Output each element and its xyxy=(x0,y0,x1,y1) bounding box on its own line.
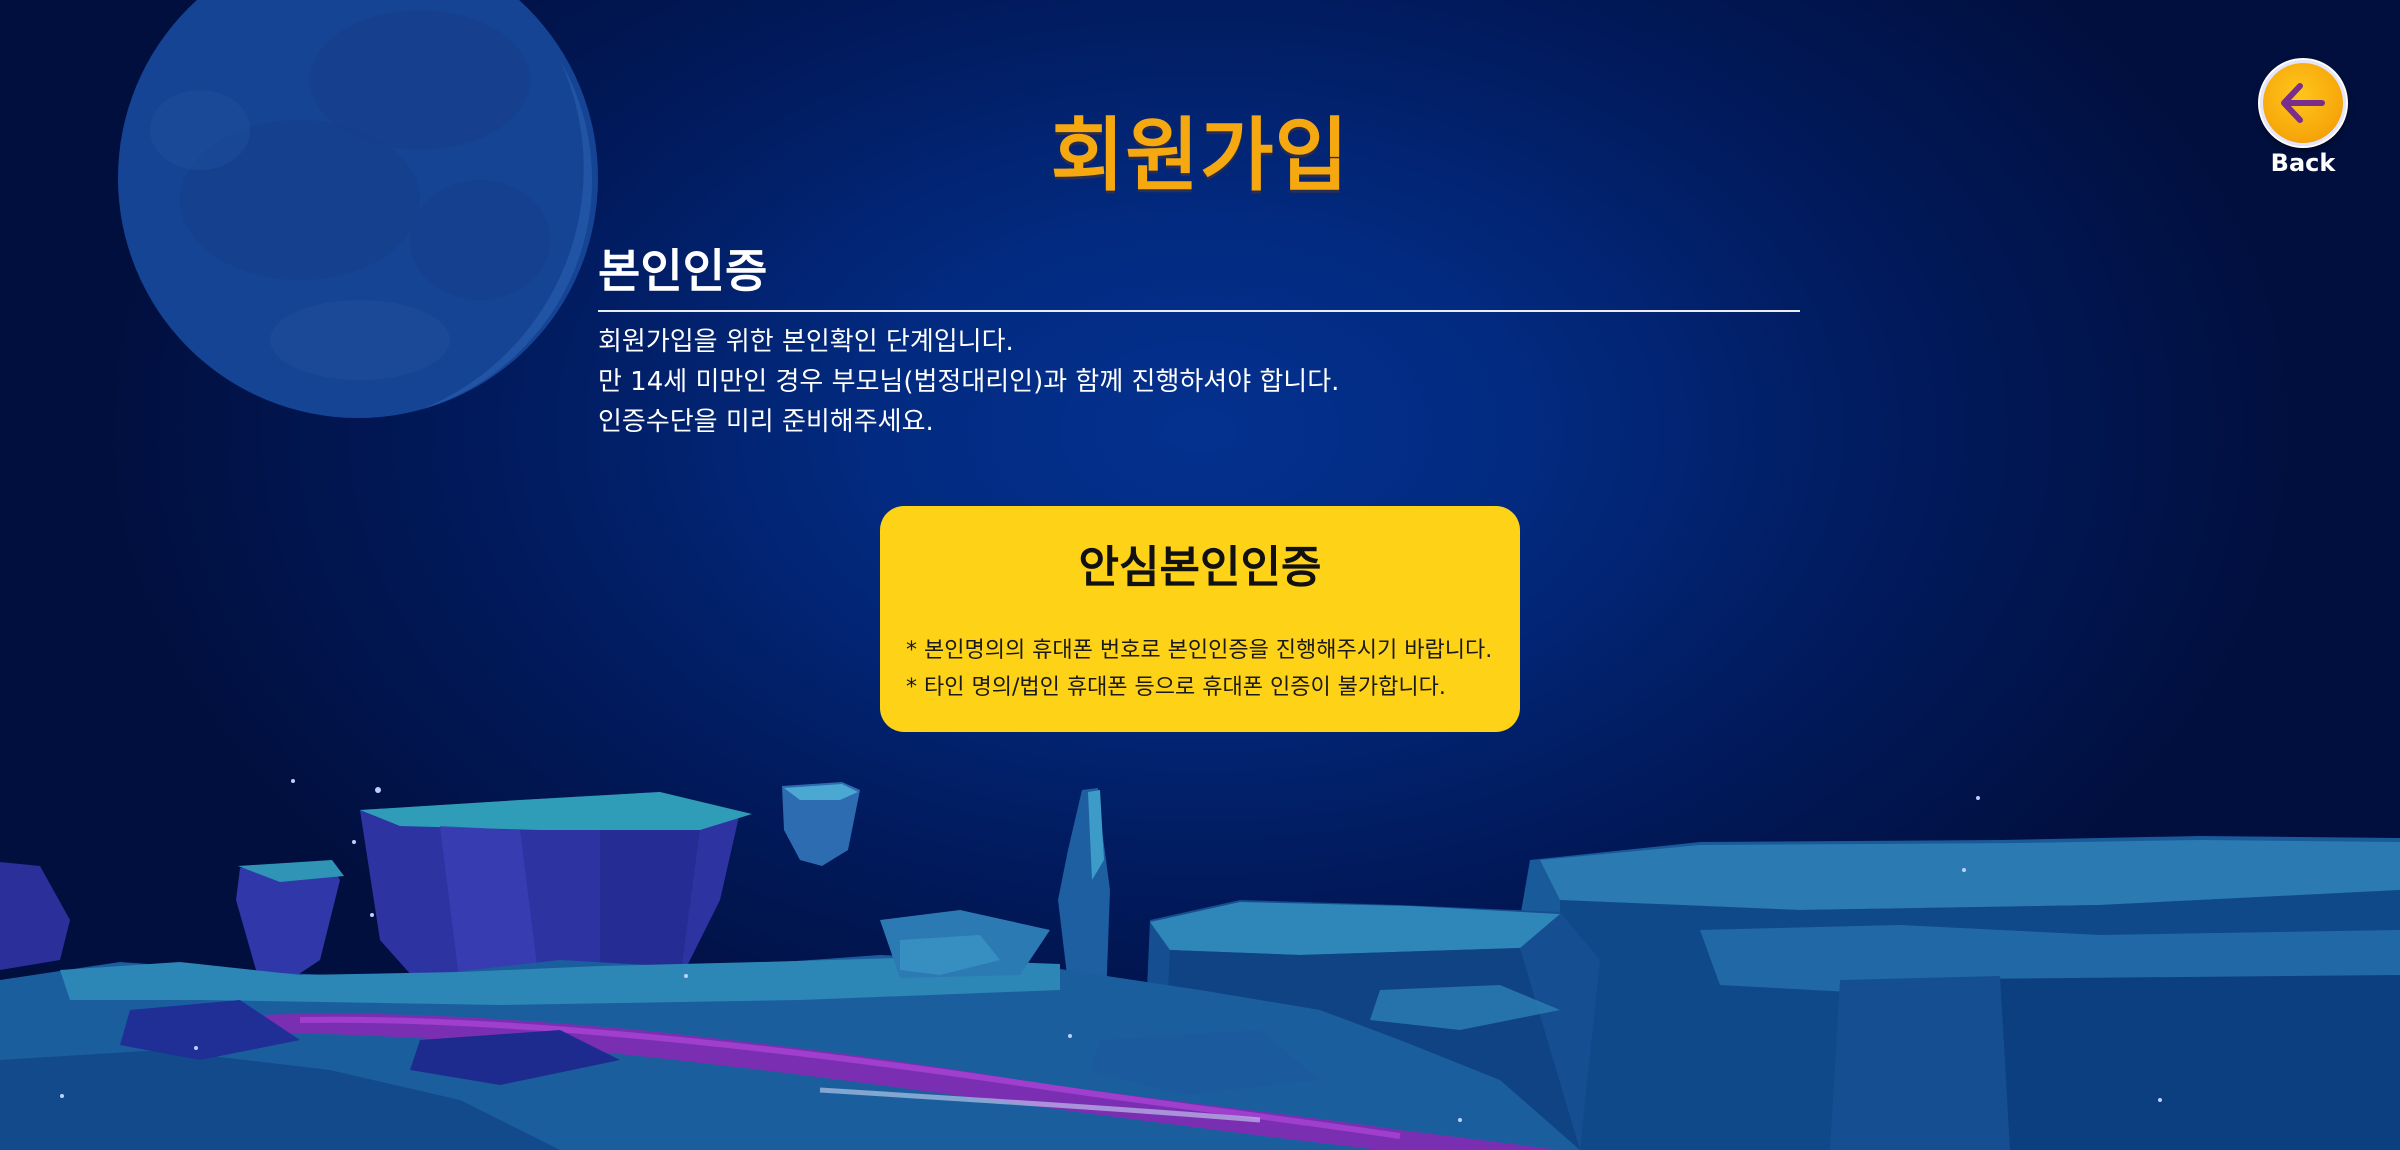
rock-spire xyxy=(1058,788,1110,1000)
description-line: 인증수단을 미리 준비해주세요. xyxy=(598,407,934,437)
safe-identity-verification-button[interactable]: 안심본인인증 * 본인명의의 휴대폰 번호로 본인인증을 진행해주시기 바랍니다… xyxy=(880,506,1520,732)
signup-screen: 회원가입 본인인증 회원가입을 위한 본인확인 단계입니다. 만 14세 미만인… xyxy=(0,0,2400,1150)
description-line: 만 14세 미만인 경우 부모님(법정대리인)과 함께 진행하셔야 합니다. xyxy=(598,367,1340,397)
section-description: 회원가입을 위한 본인확인 단계입니다. 만 14세 미만인 경우 부모님(법정… xyxy=(598,322,1800,442)
arrow-left-icon xyxy=(2281,83,2325,123)
auth-option-note: * 본인명의의 휴대폰 번호로 본인인증을 진행해주시기 바랍니다. xyxy=(906,638,1493,663)
section-heading: 본인인증 xyxy=(598,240,1800,312)
auth-option-notes: * 본인명의의 휴대폰 번호로 본인인증을 진행해주시기 바랍니다. * 타인 … xyxy=(906,632,1506,706)
back-label: Back xyxy=(2270,149,2336,177)
page-title: 회원가입 xyxy=(1050,109,1350,202)
auth-option-note: * 타인 명의/법인 휴대폰 등으로 휴대폰 인증이 불가합니다. xyxy=(906,675,1446,700)
left-rock-cluster xyxy=(236,792,752,990)
back-button-circle[interactable] xyxy=(2258,58,2348,148)
moon-illustration xyxy=(118,0,598,418)
floating-rock xyxy=(782,782,860,866)
identity-verification-section: 본인인증 회원가입을 위한 본인확인 단계입니다. 만 14세 미만인 경우 부… xyxy=(598,240,1800,442)
description-line: 회원가입을 위한 본인확인 단계입니다. xyxy=(598,327,1014,357)
back-button[interactable]: Back xyxy=(2258,58,2348,180)
right-plateau xyxy=(1480,836,2400,1150)
auth-option-title: 안심본인인증 xyxy=(1078,542,1322,593)
